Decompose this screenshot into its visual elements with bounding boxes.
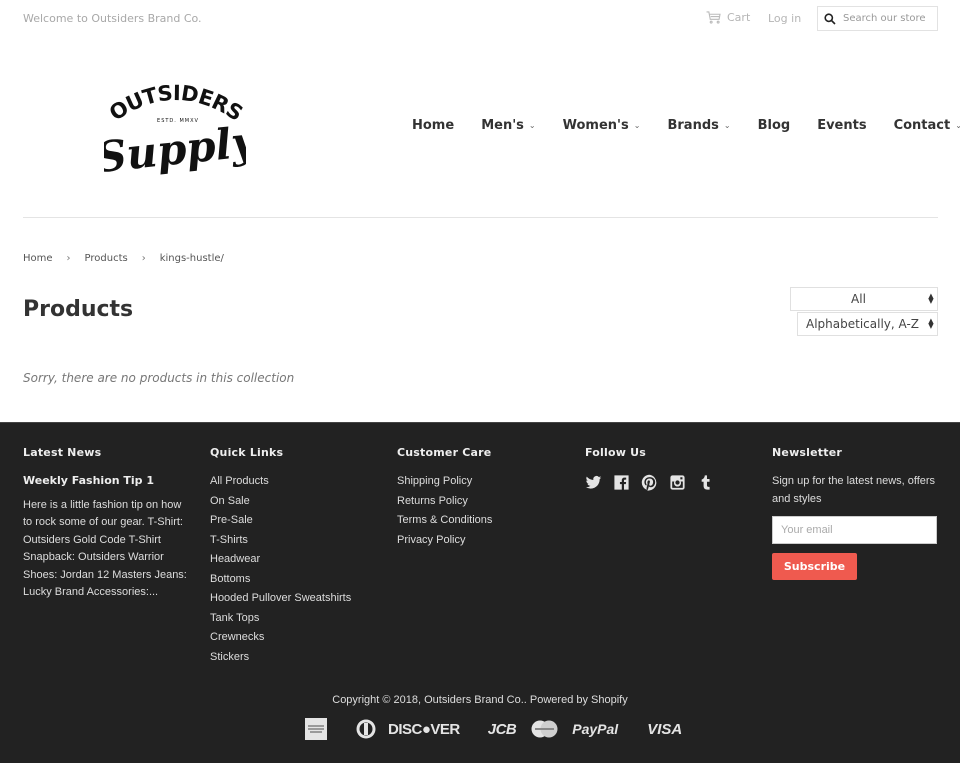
breadcrumb-products[interactable]: Products [85, 253, 128, 264]
nav-label: Events [817, 118, 867, 133]
filter-selected-value: All [851, 292, 866, 306]
news-post-title[interactable]: Weekly Fashion Tip 1 [23, 474, 188, 487]
breadcrumb: Home › Products › kings-hustle/ [23, 253, 224, 264]
news-post-excerpt: Here is a little fashion tip on how to r… [23, 499, 187, 599]
payment-icons: DISC●VER JCB PayPal VISA [305, 718, 682, 740]
cart-icon [706, 11, 721, 24]
footer-link[interactable]: Pre-Sale [210, 514, 253, 526]
footer-link[interactable]: Terms & Conditions [397, 514, 492, 526]
jcb-icon: JCB [487, 720, 517, 738]
cart-label: Cart [727, 11, 751, 24]
outsiders-supply-logo[interactable]: OUTSIDERS ESTD. MMXV Supply [104, 80, 246, 176]
footer: Latest News Weekly Fashion Tip 1 Here is… [0, 422, 960, 763]
select-arrows-icon: ▲ ▼ [928, 292, 934, 305]
diners-club-icon [356, 719, 376, 739]
visa-icon: VISA [647, 720, 683, 738]
chevron-down-icon: ⌄ [955, 121, 960, 130]
nav-item-home[interactable]: Home [412, 118, 454, 133]
footer-link[interactable]: T-Shirts [210, 534, 248, 546]
breadcrumb-separator: › [66, 253, 71, 264]
nav-label: Blog [757, 118, 791, 133]
main-nav: Home Men's ⌄ Women's ⌄ Brands ⌄ Blog Events… [412, 118, 960, 133]
nav-item-events[interactable]: Events [817, 118, 866, 133]
breadcrumb-current: kings-hustle/ [159, 253, 224, 264]
footer-link[interactable]: Hooded Pullover Sweatshirts [210, 592, 351, 604]
footer-latest-news: Latest News Weekly Fashion Tip 1 Here is… [23, 446, 188, 601]
page-title: Products [23, 297, 134, 322]
footer-heading: Newsletter [772, 446, 843, 459]
footer-newsletter: Newsletter Sign up for the latest news, … [772, 446, 942, 580]
footer-follow-us: Follow Us [585, 446, 714, 491]
sort-select[interactable]: Alphabetically, A-Z ▲ ▼ [797, 312, 938, 336]
nav-item-brands[interactable]: Brands ⌄ [667, 118, 730, 133]
discover-icon: DISC●VER [388, 720, 460, 738]
tumblr-icon[interactable] [697, 474, 714, 491]
footer-link[interactable]: Privacy Policy [397, 534, 465, 546]
twitter-icon[interactable] [585, 474, 602, 491]
footer-link[interactable]: Tank Tops [210, 612, 259, 624]
subscribe-button[interactable]: Subscribe [772, 553, 857, 580]
footer-customer-care: Customer Care Shipping Policy Returns Po… [397, 446, 492, 552]
footer-link[interactable]: Headwear [210, 553, 260, 565]
nav-label: Brands [667, 118, 719, 133]
sort-selected-value: Alphabetically, A-Z [806, 317, 920, 331]
pinterest-icon[interactable] [641, 474, 658, 491]
footer-link[interactable]: Shipping Policy [397, 475, 472, 487]
nav-item-contact[interactable]: Contact ⌄ [894, 118, 960, 133]
logo-supply-text: Supply [104, 117, 246, 176]
instagram-icon[interactable] [669, 474, 686, 491]
nav-label: Home [412, 118, 455, 133]
american-express-icon [305, 718, 327, 740]
empty-collection-message: Sorry, there are no products in this col… [23, 371, 295, 385]
chevron-down-icon: ⌄ [633, 121, 641, 130]
chevron-down-icon: ⌄ [723, 121, 731, 130]
nav-item-womens[interactable]: Women's ⌄ [563, 118, 641, 133]
chevron-down-icon: ⌄ [528, 121, 536, 130]
search-input[interactable] [843, 13, 933, 24]
newsletter-description: Sign up for the latest news, offers and … [772, 475, 936, 505]
footer-link[interactable]: Stickers [210, 651, 249, 663]
select-arrows-icon: ▲ ▼ [928, 317, 934, 330]
footer-heading: Latest News [23, 446, 102, 459]
footer-link[interactable]: All Products [210, 475, 269, 487]
paypal-icon: PayPal [572, 721, 619, 737]
search-box[interactable] [817, 6, 938, 31]
breadcrumb-separator: › [141, 253, 146, 264]
search-icon[interactable] [824, 12, 836, 25]
nav-item-mens[interactable]: Men's ⌄ [481, 118, 535, 133]
cart-link[interactable]: Cart [706, 11, 750, 24]
nav-label: Women's [562, 118, 629, 133]
login-link[interactable]: Log in [768, 12, 801, 25]
footer-quick-links: Quick Links All Products On Sale Pre-Sal… [210, 446, 351, 669]
breadcrumb-home[interactable]: Home [23, 253, 53, 264]
filter-select[interactable]: All ▲ ▼ [790, 287, 938, 311]
mastercard-icon [531, 720, 558, 738]
nav-label: Men's [481, 118, 524, 133]
facebook-icon[interactable] [613, 474, 630, 491]
footer-link[interactable]: Bottoms [210, 573, 250, 585]
footer-heading: Customer Care [397, 446, 492, 459]
nav-item-blog[interactable]: Blog [758, 118, 791, 133]
newsletter-email-input[interactable] [772, 516, 937, 544]
welcome-message: Welcome to Outsiders Brand Co. [23, 12, 202, 25]
footer-link[interactable]: Returns Policy [397, 495, 468, 507]
copyright-text: Copyright © 2018, Outsiders Brand Co.. P… [332, 694, 628, 706]
footer-heading: Follow Us [585, 446, 646, 459]
footer-link[interactable]: Crewnecks [210, 631, 264, 643]
footer-heading: Quick Links [210, 446, 284, 459]
footer-link[interactable]: On Sale [210, 495, 250, 507]
nav-label: Contact [893, 118, 951, 133]
header-divider [23, 217, 938, 218]
